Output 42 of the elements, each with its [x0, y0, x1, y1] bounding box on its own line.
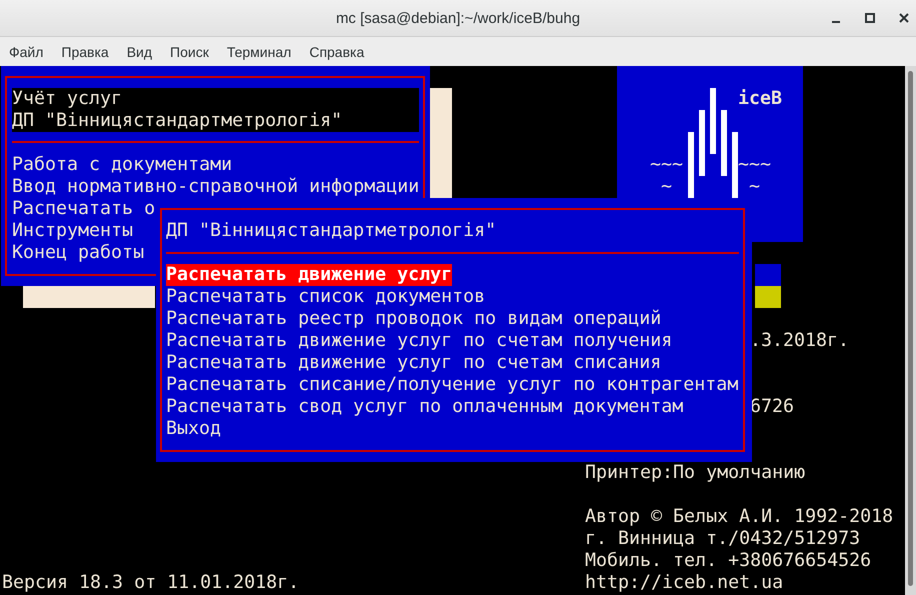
status-block [755, 286, 781, 308]
logo-text: iceB [738, 88, 782, 110]
logo-wave: ~~~ [738, 154, 772, 176]
menu-item[interactable]: Терминал [218, 38, 300, 66]
menu-item[interactable]: Распечатать реестр проводок по видам операций [166, 308, 662, 330]
info-text: http://iceb.net.ua [585, 572, 784, 594]
info-text: Автор © Белых А.И. 1992-2018 [585, 506, 894, 528]
info-text: .3.2018г. [750, 330, 850, 352]
menu-item[interactable]: Работа с документами [12, 154, 232, 176]
logo-wave: ~ [749, 176, 760, 198]
logo-wave: ~~~ [650, 154, 684, 176]
menu-item[interactable]: Конец работы [12, 242, 144, 264]
menu-item[interactable]: Выход [166, 418, 222, 440]
menu-item[interactable]: Распечатать движение услуг по счетам списания [166, 352, 662, 374]
close-button[interactable] [897, 11, 911, 25]
menu-item[interactable]: Распечатать свод услуг по оплаченным документам [166, 396, 684, 418]
info-text: Принтер:По умолчанию [585, 462, 806, 484]
menu-item[interactable]: Инструменты [12, 220, 134, 242]
status-block [755, 264, 781, 286]
maximize-button[interactable] [863, 11, 877, 25]
logo-wave: ~ [661, 176, 672, 198]
menu-item[interactable]: Распечатать движение услуг [166, 264, 452, 286]
menu-item[interactable]: Распечатать списание/получение услуг по контрагентам [166, 374, 738, 396]
menu-item[interactable]: Распечатать о [12, 198, 156, 220]
header-text: ДП "Вінницястандартметрологія" [12, 110, 342, 132]
menu-item[interactable]: Правка [52, 38, 118, 66]
version-text: Версия 18.3 от 11.01.2018г. [2, 572, 300, 594]
menu-item[interactable]: Поиск [161, 38, 218, 66]
menu-item[interactable]: Распечатать список документов [166, 286, 486, 308]
submenu-title: ДП "Вінницястандартметрологія" [166, 220, 496, 242]
menu-item[interactable]: Справка [300, 38, 374, 66]
menu-item[interactable]: Ввод нормативно-справочной информации [12, 176, 420, 198]
menu-item[interactable]: Вид [118, 38, 162, 66]
info-text: Мобиль. тел. +380676654526 [585, 550, 872, 572]
window-title: mc [sasa@debian]:~/work/iceB/buhg [336, 9, 580, 29]
info-text: 6726 [750, 396, 794, 418]
scrollbar-thumb[interactable] [908, 71, 913, 586]
header-text: Учёт услуг [12, 88, 122, 110]
info-text: г. Винница т./0432/512973 [585, 528, 860, 550]
menu-item[interactable]: Распечатать движение услуг по счетам получения [166, 330, 672, 352]
menu-item[interactable]: Файл [0, 38, 52, 66]
scrollbar[interactable] [905, 66, 916, 595]
